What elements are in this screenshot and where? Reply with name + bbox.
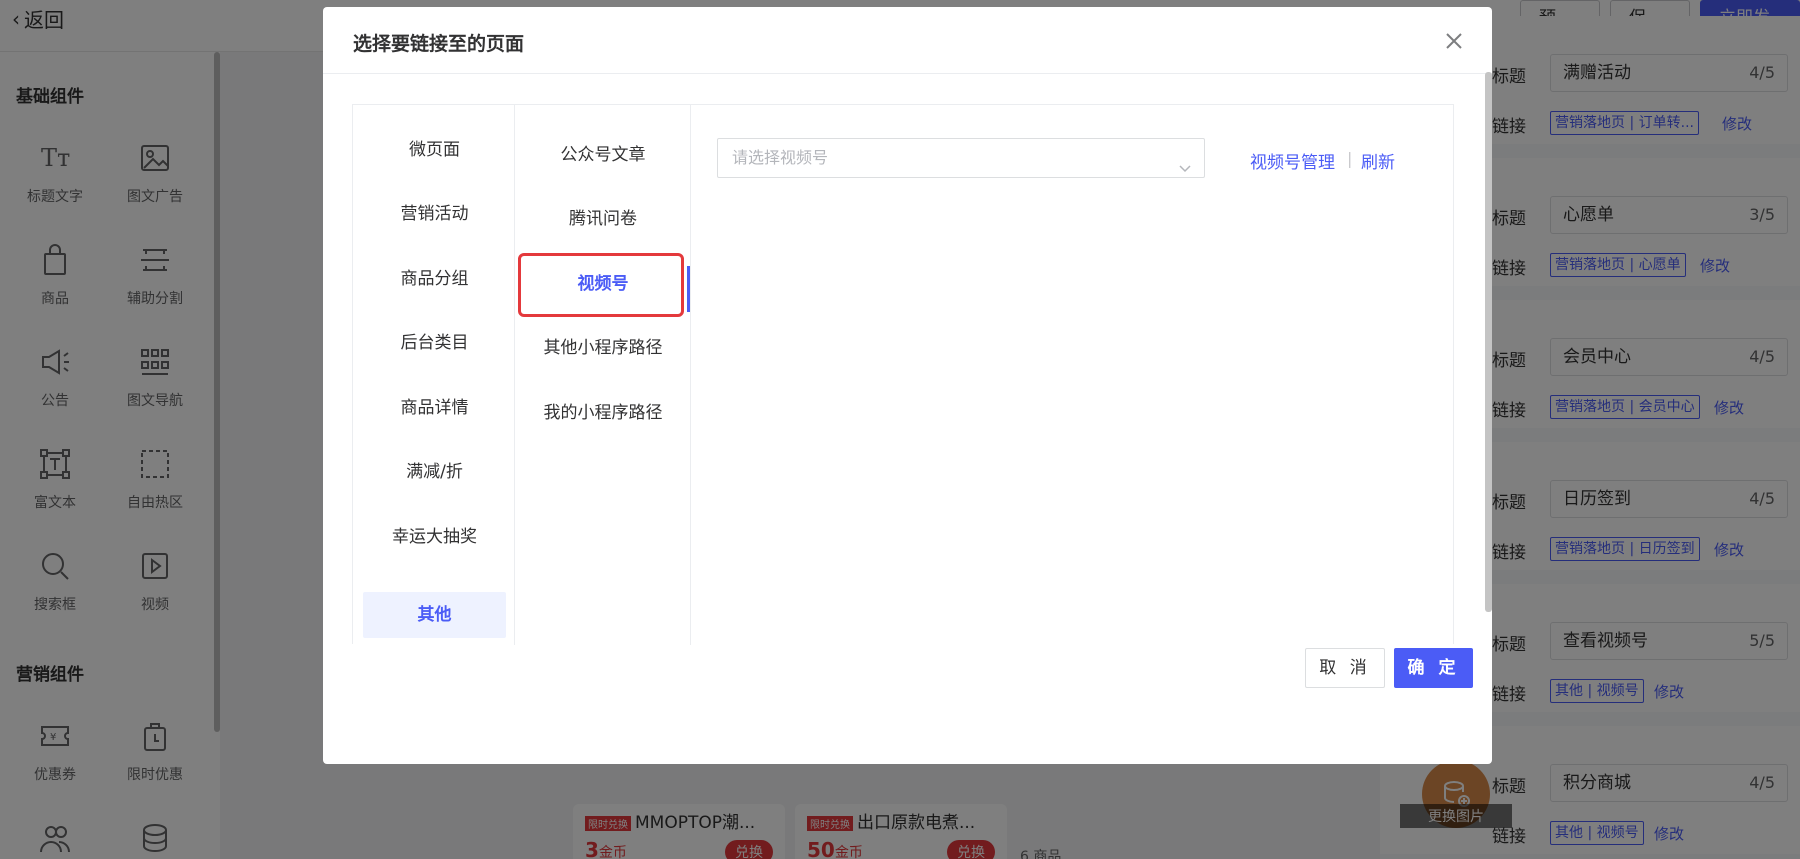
selection-highlight (518, 253, 684, 317)
dialog-scrollbar[interactable] (1485, 72, 1492, 612)
channel-select-placeholder: 请选择视频号 (732, 148, 829, 167)
close-icon[interactable] (1442, 29, 1466, 53)
link-picker: 微页面 营销活动 商品分组 后台类目 商品详情 满减/折 幸运大抽奖 其他 公众… (352, 104, 1454, 645)
category-discount[interactable]: 满减/折 (363, 449, 506, 495)
dialog-header: 选择要链接至的页面 (323, 7, 1492, 74)
category-backend[interactable]: 后台类目 (363, 320, 506, 366)
category-lucky-draw[interactable]: 幸运大抽奖 (363, 514, 506, 560)
category-goods-group[interactable]: 商品分组 (363, 256, 506, 302)
subcategory-my-miniprogram[interactable]: 我的小程序路径 (515, 385, 691, 441)
link-divider: | (1347, 149, 1353, 168)
subcategory-official-article[interactable]: 公众号文章 (515, 127, 691, 183)
dialog-title: 选择要链接至的页面 (353, 33, 525, 55)
category-other[interactable]: 其他 (363, 592, 506, 638)
channel-select[interactable]: 请选择视频号 (717, 138, 1205, 178)
link-picker-dialog: 选择要链接至的页面 微页面 营销活动 商品分组 后台类目 商品详情 满减/折 幸… (323, 7, 1492, 764)
category-marketing[interactable]: 营销活动 (363, 191, 506, 237)
subcategory-list: 公众号文章 腾讯问卷 视频号 其他小程序路径 我的小程序路径 (515, 105, 691, 645)
confirm-button[interactable]: 确 定 (1394, 648, 1473, 688)
cancel-button[interactable]: 取 消 (1305, 648, 1385, 688)
subcategory-survey[interactable]: 腾讯问卷 (515, 191, 691, 247)
active-indicator (687, 266, 690, 312)
category-list: 微页面 营销活动 商品分组 后台类目 商品详情 满减/折 幸运大抽奖 其他 (353, 105, 515, 645)
category-micro-page[interactable]: 微页面 (363, 127, 506, 173)
channel-manage-link[interactable]: 视频号管理 (1250, 148, 1335, 173)
category-goods-detail[interactable]: 商品详情 (363, 385, 506, 431)
chevron-down-icon (1178, 151, 1192, 173)
refresh-link[interactable]: 刷新 (1361, 148, 1395, 173)
subcategory-other-miniprogram[interactable]: 其他小程序路径 (515, 320, 691, 376)
